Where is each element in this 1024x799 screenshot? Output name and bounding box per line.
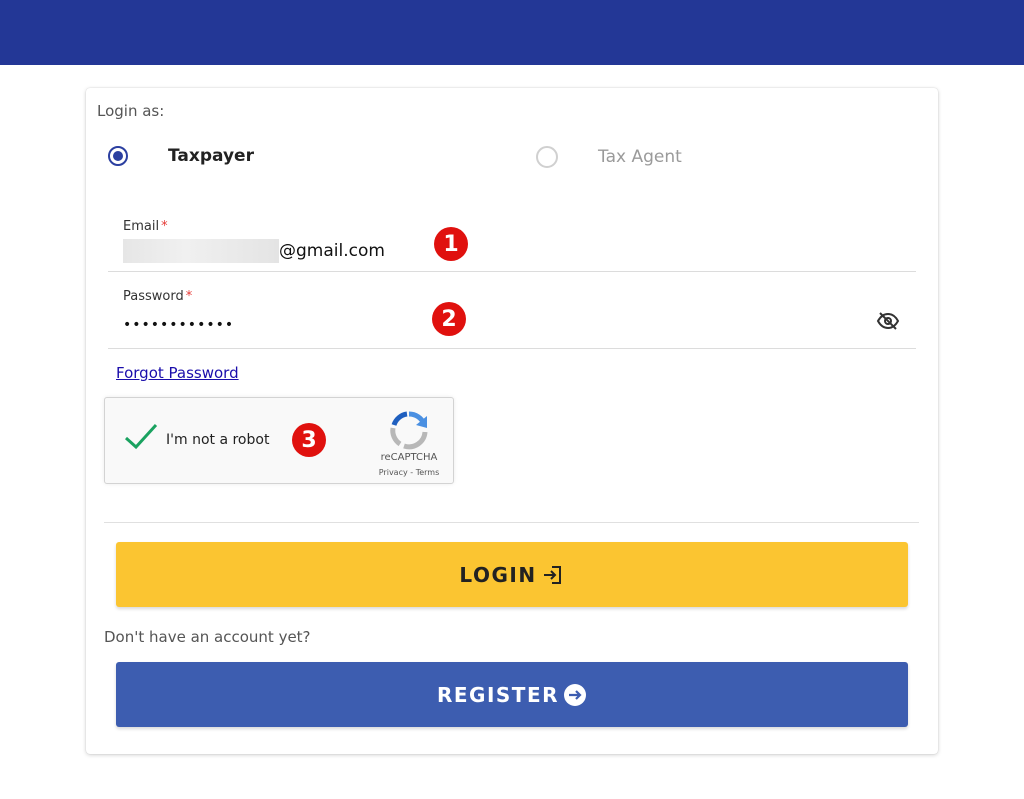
radio-tax-agent-indicator[interactable] bbox=[536, 146, 558, 168]
section-divider bbox=[104, 522, 919, 523]
arrow-right-circle-icon bbox=[564, 683, 587, 706]
login-card: Login as: Taxpayer Tax Agent Email * @gma… bbox=[86, 88, 938, 754]
annotation-badge-2: 2 bbox=[432, 302, 466, 336]
redacted-email-prefix bbox=[123, 239, 279, 263]
recaptcha-widget: I'm not a robot reCAPTCHA Privacy - Term… bbox=[104, 397, 454, 484]
password-input[interactable]: •••••••••••• bbox=[123, 317, 234, 333]
recaptcha-logo-icon bbox=[390, 411, 428, 450]
forgot-password-link[interactable]: Forgot Password bbox=[116, 364, 239, 382]
password-field[interactable]: Password * •••••••••••• bbox=[108, 272, 916, 349]
recaptcha-links[interactable]: Privacy - Terms bbox=[371, 468, 447, 477]
checkmark-icon[interactable] bbox=[123, 422, 159, 452]
password-label: Password * bbox=[123, 289, 193, 304]
email-field[interactable]: Email * @gmail.com bbox=[108, 206, 916, 272]
radio-taxpayer-label: Taxpayer bbox=[168, 146, 254, 166]
eye-off-icon[interactable] bbox=[876, 312, 900, 330]
login-icon bbox=[543, 565, 561, 584]
radio-tax-agent-label: Tax Agent bbox=[598, 147, 682, 167]
login-as-label: Login as: bbox=[97, 102, 165, 120]
login-button[interactable]: LOGIN bbox=[116, 542, 908, 607]
recaptcha-label: I'm not a robot bbox=[166, 432, 270, 448]
top-header-bar bbox=[0, 0, 1024, 65]
radio-taxpayer[interactable]: Taxpayer bbox=[108, 146, 254, 166]
register-button-label: REGISTER bbox=[436, 682, 560, 707]
login-button-label: LOGIN bbox=[459, 562, 537, 587]
email-label: Email * bbox=[123, 219, 168, 234]
annotation-badge-1: 1 bbox=[434, 227, 468, 261]
annotation-badge-3: 3 bbox=[292, 423, 326, 457]
radio-tax-agent[interactable]: Tax Agent bbox=[536, 146, 682, 168]
recaptcha-brand: reCAPTCHA bbox=[380, 452, 438, 463]
email-input[interactable]: @gmail.com bbox=[123, 239, 385, 263]
radio-taxpayer-indicator[interactable] bbox=[108, 146, 128, 166]
no-account-text: Don't have an account yet? bbox=[104, 628, 311, 646]
register-button[interactable]: REGISTER bbox=[116, 662, 908, 727]
